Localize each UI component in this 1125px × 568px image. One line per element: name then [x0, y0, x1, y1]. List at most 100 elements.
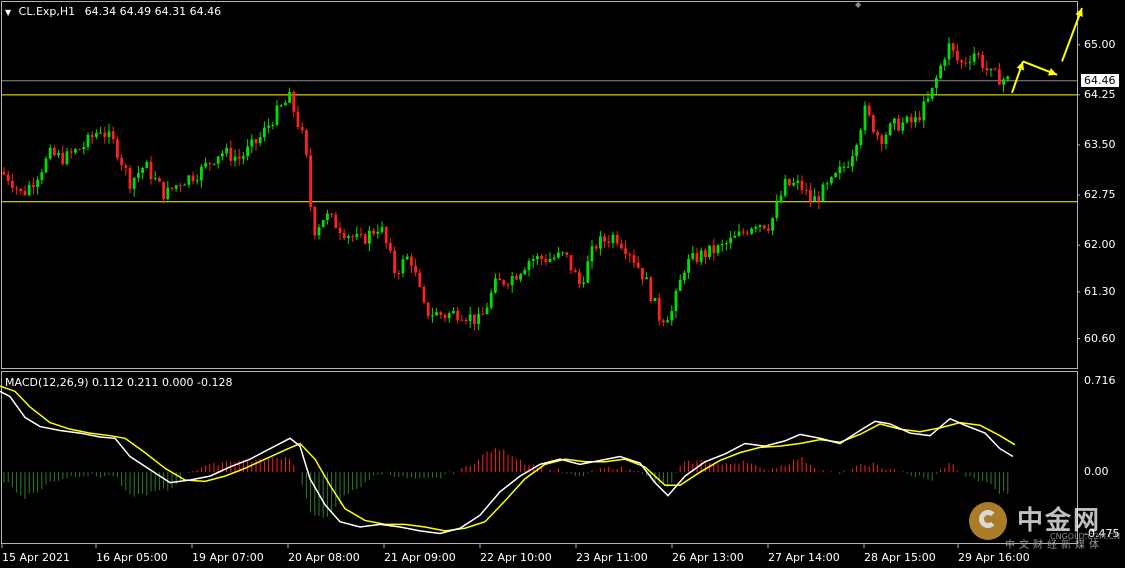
candle-body — [851, 156, 854, 167]
candle-body — [939, 65, 942, 78]
candle-body — [40, 172, 44, 180]
candle-body — [494, 278, 497, 293]
candle-body — [569, 254, 573, 271]
candle-body — [200, 166, 203, 181]
candle-body — [527, 260, 531, 270]
candle-body — [565, 252, 569, 255]
price-tick-label: 63.50 — [1084, 137, 1116, 151]
candle-body — [821, 184, 825, 202]
candle-body — [485, 307, 489, 315]
candle-body — [44, 158, 48, 173]
candle-body — [775, 201, 779, 218]
candle-body — [103, 132, 107, 137]
candle-body — [11, 180, 14, 188]
candle-body — [914, 117, 917, 123]
candle-body — [460, 319, 464, 321]
candle-body — [78, 149, 81, 151]
candle-body — [132, 177, 136, 189]
chart-canvas[interactable] — [0, 0, 1125, 568]
candle-body — [872, 115, 875, 133]
dropdown-triangle-icon[interactable]: ▼ — [5, 8, 11, 17]
candle-body — [607, 241, 611, 244]
candle-body — [884, 135, 888, 144]
macd-tick-label: 0.00 — [1084, 465, 1109, 479]
candle-body — [599, 236, 602, 249]
candle-body — [838, 166, 842, 174]
candle-body — [641, 267, 644, 280]
candle-body — [645, 277, 648, 280]
annotation-arrow-head-0 — [1016, 61, 1025, 71]
candle-body — [393, 250, 396, 273]
candle-body — [128, 167, 132, 189]
candle-body — [897, 118, 900, 131]
candle-body — [758, 225, 762, 227]
candle-body — [905, 116, 909, 123]
candle-body — [61, 152, 65, 164]
candle-body — [834, 173, 837, 177]
scroll-marker-icon[interactable]: ◆ — [855, 0, 861, 9]
price-tick-label: 61.30 — [1084, 284, 1116, 298]
candle-body — [943, 59, 947, 66]
time-tick-label: 27 Apr 14:00 — [768, 551, 840, 564]
candle-body — [317, 227, 321, 236]
candle-body — [729, 237, 732, 244]
candle-body — [876, 132, 879, 136]
candle-body — [372, 230, 375, 234]
candle-body — [746, 232, 749, 234]
candle-body — [632, 255, 636, 263]
candle-body — [477, 313, 480, 325]
candle-body — [237, 156, 241, 159]
candle-body — [531, 259, 535, 261]
candle-body — [187, 175, 191, 185]
candle-body — [506, 284, 510, 286]
time-tick-label: 28 Apr 15:00 — [864, 551, 936, 564]
candle-body — [162, 181, 165, 200]
candle-body — [510, 276, 514, 286]
candle-body — [960, 60, 963, 63]
price-tick-label: 64.25 — [1084, 87, 1116, 101]
candle-body — [36, 179, 39, 187]
candle-body — [683, 272, 686, 280]
candle-body — [212, 163, 216, 165]
symbol-label: CL.Exp,H1 — [18, 5, 76, 18]
candle-body — [435, 312, 438, 316]
candle-body — [464, 320, 468, 322]
candle-body — [720, 243, 724, 246]
candle-body — [498, 278, 501, 281]
candle-body — [65, 151, 69, 164]
time-tick-label: 21 Apr 09:00 — [384, 551, 456, 564]
candle-body — [334, 214, 338, 229]
candle-body — [586, 261, 590, 283]
time-tick-label: 22 Apr 10:00 — [480, 551, 552, 564]
candle-body — [183, 184, 186, 186]
candle-body — [792, 182, 795, 186]
candle-body — [909, 116, 913, 123]
candle-body — [6, 174, 10, 181]
candle-body — [695, 253, 699, 262]
candle-body — [376, 231, 380, 234]
candle-body — [86, 134, 90, 148]
candle-body — [523, 269, 527, 275]
candle-body — [968, 61, 972, 63]
candle-body — [998, 69, 1001, 85]
candle-body — [964, 62, 968, 64]
candle-body — [712, 245, 716, 254]
candle-body — [258, 137, 262, 144]
candle-body — [263, 127, 266, 138]
candle-body — [636, 262, 640, 268]
candle-body — [985, 68, 989, 71]
candle-body — [380, 227, 384, 232]
candle-body — [779, 195, 783, 202]
candle-body — [947, 43, 951, 60]
candle-body — [888, 123, 892, 136]
candle-body — [99, 132, 102, 134]
candle-body — [691, 253, 695, 259]
candle-body — [443, 315, 447, 319]
candle-body — [2, 171, 6, 175]
candle-body — [288, 91, 291, 103]
candle-body — [741, 231, 745, 233]
candle-body — [788, 178, 791, 186]
candle-body — [90, 134, 94, 137]
candle-body — [830, 176, 833, 184]
candle-body — [321, 220, 325, 228]
